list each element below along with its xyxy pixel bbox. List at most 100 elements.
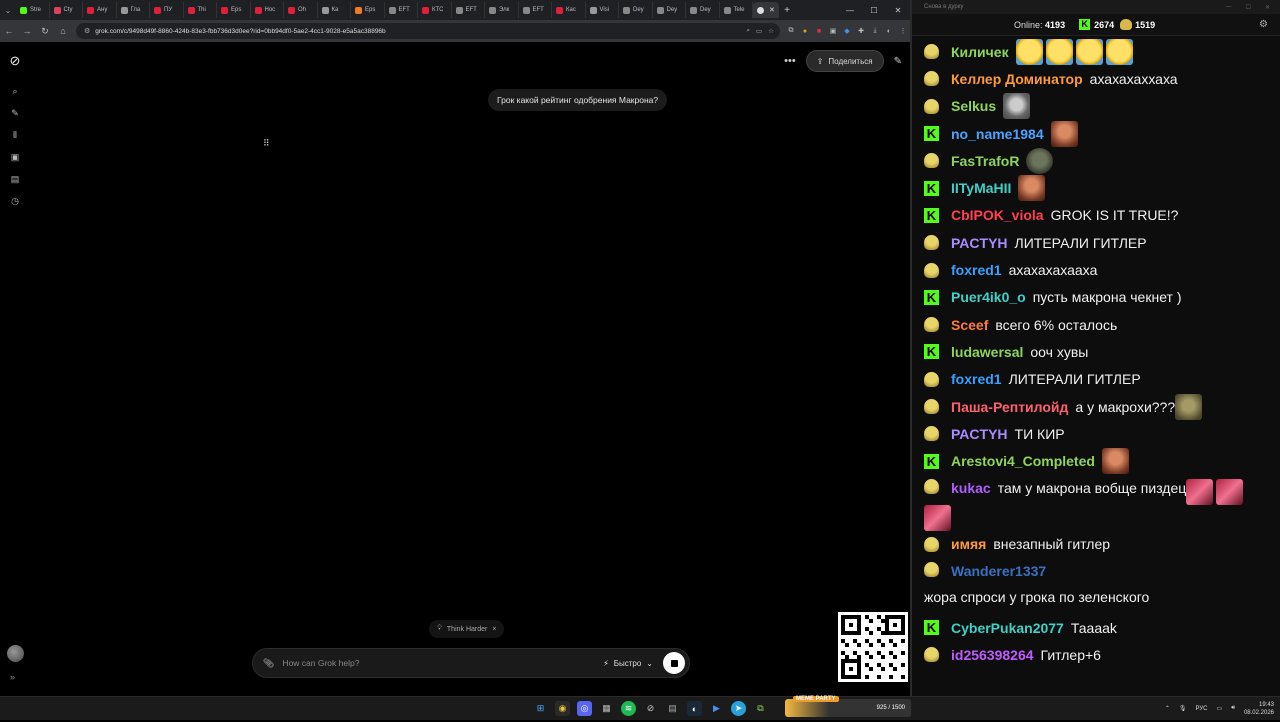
media-icon[interactable]: ▶ — [709, 701, 724, 716]
volume-icon[interactable]: 🔊︎ — [1231, 705, 1235, 712]
chat-username[interactable]: Puer4ik0_o — [951, 288, 1026, 306]
chat-username[interactable]: Wanderer1337 — [951, 562, 1046, 580]
address-bar[interactable]: ⚙ grok.com/c/9498d49f-8860-424b-83e3-fbb… — [76, 23, 780, 39]
new-chat-icon[interactable]: ✎ — [6, 104, 24, 122]
chat-username[interactable]: CyberPukan2077 — [951, 619, 1064, 637]
chat-username[interactable]: CbIPOK_viola — [951, 206, 1044, 224]
minimize-button[interactable]: — — [1226, 4, 1232, 11]
browser-tab[interactable]: ПУ — [150, 2, 184, 18]
extension-icon[interactable]: ⧉ — [784, 25, 798, 37]
app-icon[interactable]: ⧉ — [753, 701, 768, 716]
menu-icon[interactable]: ⋮ — [896, 25, 910, 37]
chat-username[interactable]: PACTYH — [951, 425, 1008, 443]
new-tab-button[interactable]: + — [779, 5, 795, 16]
browser-tab[interactable]: EFT — [519, 2, 552, 18]
browser-tab[interactable]: Dey — [686, 2, 720, 18]
reload-button[interactable]: ↻ — [36, 26, 54, 37]
network-icon[interactable]: ▭ — [1217, 705, 1223, 712]
extension-icon[interactable]: ● — [798, 25, 812, 37]
cast-icon[interactable]: ▭ — [756, 27, 762, 35]
back-button[interactable]: ← — [0, 26, 18, 36]
grok-logo-icon[interactable]: ⊘ — [6, 52, 24, 70]
browser-tab[interactable]: Dey — [653, 2, 686, 18]
more-options-icon[interactable]: ••• — [784, 55, 796, 67]
active-tab[interactable]: ✕ — [753, 2, 779, 18]
chat-username[interactable]: FasTrafoR — [951, 152, 1019, 170]
browser-tab[interactable]: Oh — [284, 2, 318, 18]
home-button[interactable]: ⌂ — [54, 26, 72, 36]
search-icon[interactable]: ⌕ — [6, 82, 24, 100]
browser-tab[interactable]: Ка — [318, 2, 351, 18]
browser-tab[interactable]: КТС — [418, 2, 452, 18]
forward-button[interactable]: → — [18, 26, 36, 36]
clock[interactable]: 19:43 08.02.2026 — [1244, 701, 1274, 717]
maximize-button[interactable]: ☐ — [1246, 4, 1251, 11]
telegram-icon[interactable]: ➤ — [731, 701, 746, 716]
chat-username[interactable]: kukac — [951, 479, 991, 497]
browser-tab[interactable]: EFT — [385, 2, 418, 18]
chat-username[interactable]: Келлер Доминатор — [951, 70, 1083, 88]
extension-icon[interactable]: ▣ — [826, 25, 840, 37]
gear-icon[interactable]: ⚙ — [1259, 19, 1268, 30]
browser-tab[interactable]: Thi — [184, 2, 217, 18]
chat-username[interactable]: foxred1 — [951, 261, 1002, 279]
mic-icon[interactable]: 🎙︎ — [1179, 705, 1187, 712]
browser-tab[interactable]: EFT — [452, 2, 485, 18]
chat-username[interactable]: IITyMaHII — [951, 179, 1011, 197]
chat-username[interactable]: Selkus — [951, 97, 996, 115]
discord-icon[interactable]: ◎ — [577, 701, 592, 716]
spotify-icon[interactable]: ≋ — [621, 701, 636, 716]
close-icon[interactable]: × — [492, 626, 496, 633]
browser-tab[interactable]: Cty — [50, 2, 83, 18]
browser-tab[interactable]: Stre — [16, 2, 50, 18]
chrome-icon[interactable]: ◉ — [555, 701, 570, 716]
browser-tab[interactable]: Tele — [720, 2, 753, 18]
think-harder-button[interactable]: 💡︎ Think Harder × — [429, 620, 505, 638]
chat-username[interactable]: ludawersal — [951, 343, 1023, 361]
start-icon[interactable]: ⊞ — [533, 701, 548, 716]
chat-username[interactable]: Arestovi4_Completed — [951, 452, 1095, 470]
mode-selector[interactable]: ⚡︎ Быстро ⌄ — [603, 659, 653, 668]
browser-tab[interactable]: Кас — [552, 2, 586, 18]
attach-icon[interactable]: 📎︎ — [263, 658, 274, 669]
voice-icon[interactable]: ⦀ — [6, 126, 24, 144]
chat-username[interactable]: PACTYH — [951, 234, 1008, 252]
history-icon[interactable]: ◷ — [6, 192, 24, 210]
avatar[interactable] — [7, 645, 24, 662]
language-indicator[interactable]: РУС — [1196, 706, 1208, 712]
chat-username[interactable]: Sceef — [951, 316, 988, 334]
browser-tab[interactable]: Ану — [83, 2, 117, 18]
chat-username[interactable]: id256398264 — [951, 646, 1034, 664]
imagine-icon[interactable]: ▣ — [6, 148, 24, 166]
stop-button[interactable] — [663, 652, 685, 674]
tab-search-button[interactable]: ⌄ — [0, 6, 16, 15]
app-icon[interactable]: ▤ — [665, 701, 680, 716]
chat-username[interactable]: Паша-Рептилойд — [951, 398, 1068, 416]
files-icon[interactable]: ▦ — [599, 701, 614, 716]
site-info-icon[interactable]: ⚙ — [84, 27, 90, 35]
chat-username[interactable]: foxred1 — [951, 370, 1002, 388]
browser-tab[interactable]: Нос — [251, 2, 284, 18]
prompt-input[interactable] — [282, 658, 604, 668]
close-window-button[interactable]: ✕ — [1265, 4, 1270, 11]
browser-tab[interactable]: Eps — [351, 2, 385, 18]
minimize-button[interactable]: — — [838, 6, 862, 15]
close-window-button[interactable]: ✕ — [886, 6, 910, 15]
projects-icon[interactable]: ▤ — [6, 170, 24, 188]
browser-tab[interactable]: Элк — [485, 2, 519, 18]
browser-tab[interactable]: Гла — [117, 2, 150, 18]
share-button[interactable]: ⇪ Поделиться — [805, 50, 884, 72]
chat-username[interactable]: Киличек — [951, 43, 1009, 61]
meme-party-widget[interactable]: MEME PARTY 925 / 1500 — [785, 696, 911, 717]
download-icon[interactable]: ⤓ — [868, 25, 882, 37]
steam-icon[interactable]: ◐ — [687, 701, 702, 716]
zoom-icon[interactable]: ⌕ — [746, 27, 750, 35]
extension-icon[interactable]: ◆ — [840, 25, 854, 37]
extensions-puzzle-icon[interactable]: ✚ — [854, 25, 868, 37]
extension-icon[interactable]: ■ — [812, 25, 826, 37]
maximize-button[interactable]: ☐ — [862, 6, 886, 15]
browser-tab[interactable]: Dey — [619, 2, 653, 18]
chat-username[interactable]: no_name1984 — [951, 125, 1044, 143]
close-tab-icon[interactable]: ✕ — [769, 6, 775, 14]
profile-icon[interactable]: ◐ — [882, 25, 896, 37]
